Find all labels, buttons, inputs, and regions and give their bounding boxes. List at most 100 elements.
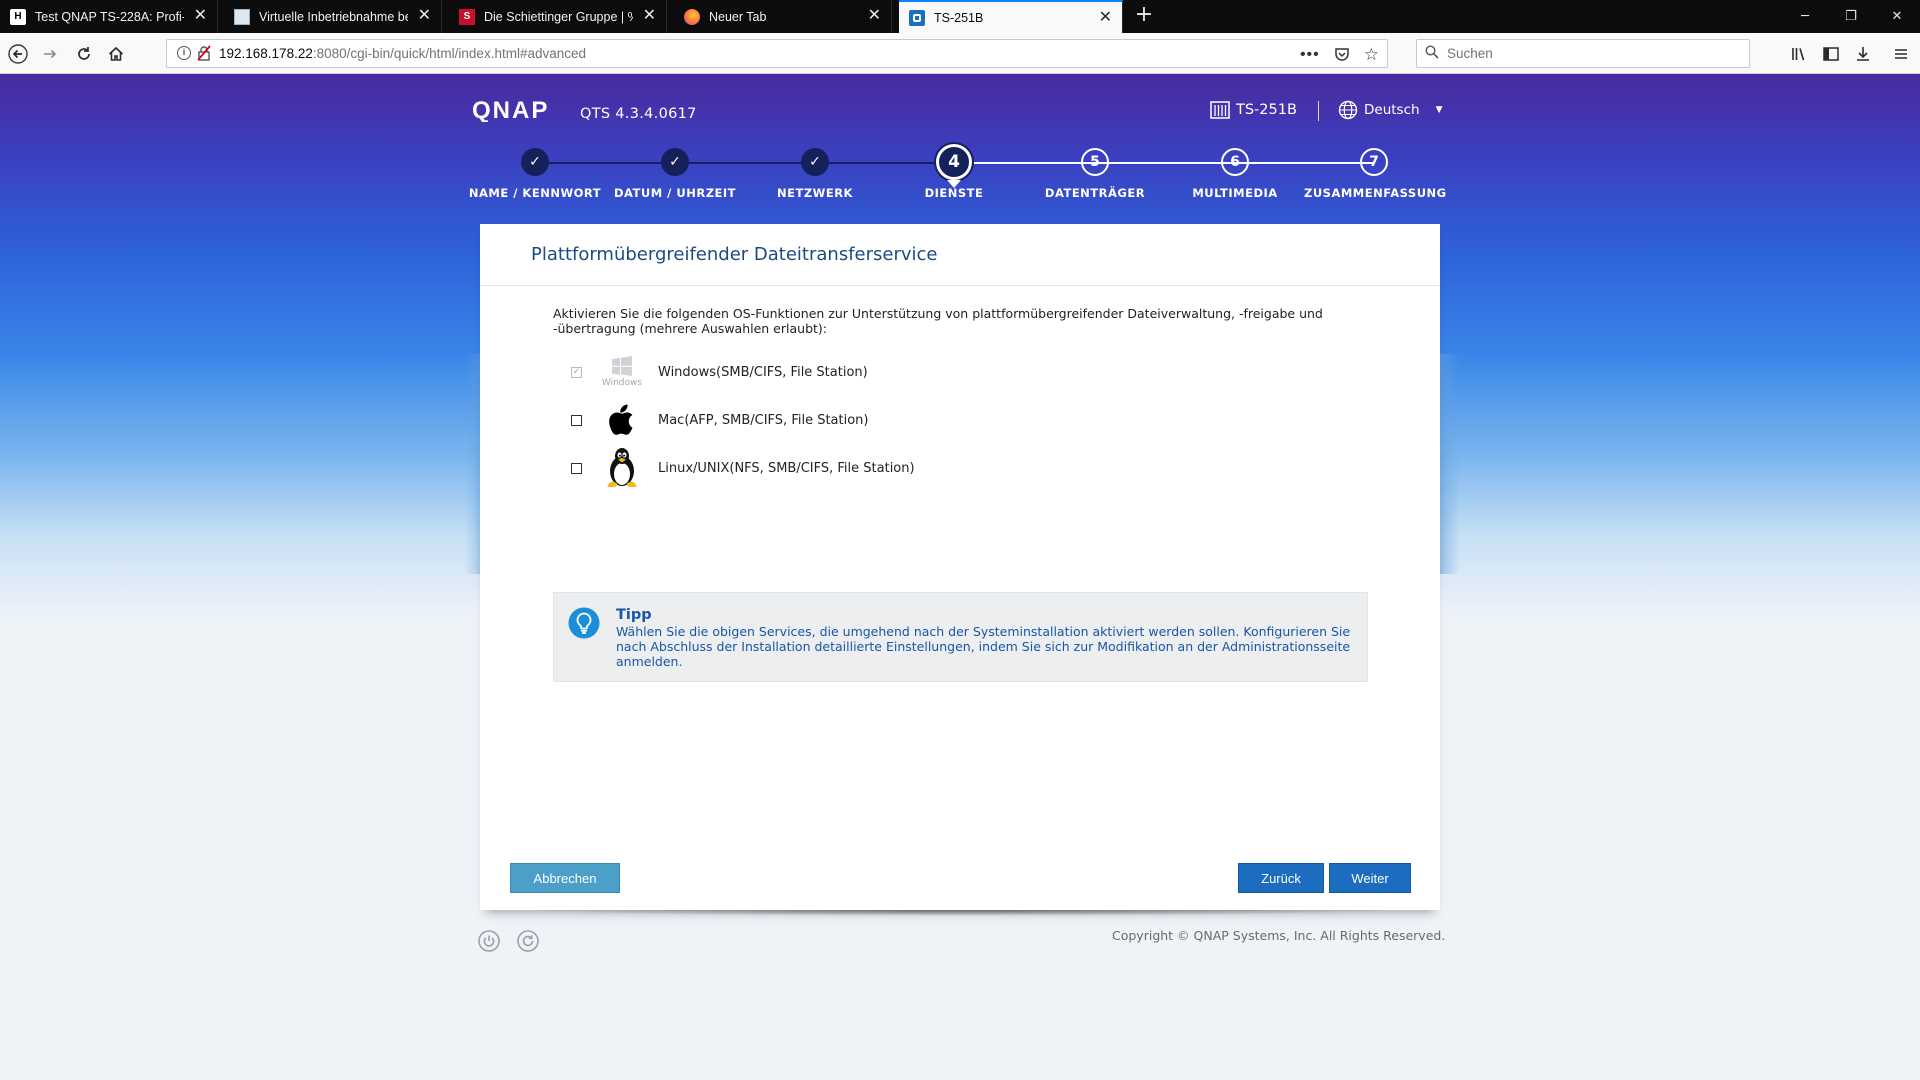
restore-icon[interactable]: ❐ bbox=[1828, 0, 1874, 33]
next-button[interactable]: Weiter bbox=[1329, 863, 1411, 893]
step-label: ZUSAMMENFASSUNG bbox=[1304, 186, 1447, 200]
close-icon[interactable]: ✕ bbox=[643, 8, 656, 24]
wizard-step-4-current: 4 DIENSTE bbox=[884, 144, 1024, 200]
step-label: MULTIMEDIA bbox=[1192, 186, 1278, 200]
copyright-text: Copyright © QNAP Systems, Inc. All Right… bbox=[1112, 928, 1446, 943]
nas-device-icon bbox=[1210, 101, 1230, 119]
device-info: TS-251B bbox=[1210, 101, 1297, 119]
url-bar[interactable]: i 192.168.178.22:8080/cgi-bin/quick/html… bbox=[166, 39, 1388, 68]
step-number-current: 4 bbox=[936, 144, 972, 180]
language-selector[interactable]: Deutsch ▼ bbox=[1338, 100, 1442, 120]
pocket-icon[interactable] bbox=[1334, 46, 1350, 65]
close-icon[interactable]: ✕ bbox=[1099, 10, 1112, 26]
new-tab-plus-icon[interactable]: + bbox=[1132, 4, 1156, 28]
info-icon[interactable]: i bbox=[177, 46, 191, 60]
windows-label: Windows(SMB/CIFS, File Station) bbox=[658, 364, 868, 380]
os-option-mac[interactable]: Mac(AFP, SMB/CIFS, File Station) bbox=[571, 400, 869, 440]
step-label: NAME / KENNWORT bbox=[468, 186, 602, 200]
browser-tab-1[interactable]: H Test QNAP TS-228A: Profi-Features ✕ bbox=[0, 0, 218, 33]
caret-down-icon: ▼ bbox=[1435, 105, 1443, 115]
step-number: 7 bbox=[1360, 148, 1388, 176]
browser-nav-bar: i 192.168.178.22:8080/cgi-bin/quick/html… bbox=[0, 33, 1920, 74]
step-label: DIENSTE bbox=[924, 186, 984, 200]
url-path: :8080/cgi-bin/quick/html/index.html#adva… bbox=[312, 46, 587, 61]
close-icon[interactable]: ✕ bbox=[418, 8, 431, 24]
globe-icon bbox=[1338, 100, 1358, 120]
firefox-favicon-icon bbox=[684, 8, 700, 25]
wizard-step-2: ✓ DATUM / UHRZEIT bbox=[605, 148, 745, 200]
linux-tux-icon bbox=[600, 446, 644, 490]
device-name: TS-251B bbox=[1236, 102, 1297, 118]
lightbulb-icon bbox=[568, 607, 600, 639]
insecure-lock-icon[interactable] bbox=[197, 45, 211, 61]
apple-icon bbox=[600, 398, 644, 442]
os-option-windows[interactable]: ✓ Windows Windows(SMB/CIFS, File Station… bbox=[571, 352, 868, 392]
wizard-step-7: 7 ZUSAMMENFASSUNG bbox=[1304, 148, 1447, 200]
mac-checkbox[interactable] bbox=[571, 414, 582, 426]
schiettinger-favicon-icon: S bbox=[459, 8, 475, 25]
window-close-icon[interactable]: ✕ bbox=[1874, 0, 1920, 33]
close-icon[interactable]: ✕ bbox=[868, 8, 881, 24]
browser-tab-2[interactable]: Virtuelle Inbetriebnahme bei Fa ✕ bbox=[224, 0, 442, 33]
check-icon: ✓ bbox=[521, 148, 549, 176]
browser-tab-4[interactable]: Neuer Tab ✕ bbox=[674, 0, 892, 33]
step-label: DATENTRÄGER bbox=[1044, 186, 1146, 200]
power-icon[interactable] bbox=[478, 930, 500, 952]
windows-checkbox[interactable]: ✓ bbox=[571, 366, 582, 378]
bookmark-star-icon[interactable]: ☆ bbox=[1364, 45, 1379, 65]
wizard-step-1: ✓ NAME / KENNWORT bbox=[465, 148, 605, 200]
intro-text: Aktivieren Sie die folgenden OS-Funktion… bbox=[553, 306, 1323, 336]
sidebar-icon[interactable] bbox=[1819, 42, 1843, 66]
card-header: Plattformübergreifender Dateitransferser… bbox=[480, 224, 1440, 286]
close-icon[interactable]: ✕ bbox=[194, 8, 207, 24]
wizard-card: Plattformübergreifender Dateitransferser… bbox=[480, 224, 1440, 910]
minimize-icon[interactable]: ─ bbox=[1782, 0, 1828, 33]
step-label: NETZWERK bbox=[777, 186, 853, 200]
wizard-step-6: 6 MULTIMEDIA bbox=[1165, 148, 1305, 200]
mac-label: Mac(AFP, SMB/CIFS, File Station) bbox=[658, 412, 869, 428]
current-step-pointer-icon bbox=[947, 180, 961, 188]
page-title: Plattformübergreifender Dateitransferser… bbox=[531, 244, 938, 265]
tab-title: Neuer Tab bbox=[709, 9, 767, 24]
tip-title: Tipp bbox=[616, 607, 652, 623]
browser-tab-5-active[interactable]: TS-251B ✕ bbox=[899, 0, 1123, 33]
back-arrow-icon[interactable] bbox=[6, 42, 30, 66]
forward-arrow-icon[interactable] bbox=[38, 42, 62, 66]
cancel-button[interactable]: Abbrechen bbox=[510, 863, 620, 893]
qnap-favicon-icon bbox=[909, 9, 925, 26]
menu-hamburger-icon[interactable] bbox=[1889, 42, 1913, 66]
library-icon[interactable] bbox=[1787, 42, 1811, 66]
tip-box: Tipp Wählen Sie die obigen Services, die… bbox=[553, 592, 1368, 682]
check-icon: ✓ bbox=[801, 148, 829, 176]
step-label: DATUM / UHRZEIT bbox=[613, 186, 737, 200]
qts-version: QTS 4.3.4.0617 bbox=[580, 106, 697, 122]
search-icon bbox=[1425, 45, 1439, 62]
windows-caption: Windows bbox=[601, 378, 643, 388]
heise-favicon-icon: H bbox=[10, 8, 26, 25]
search-input[interactable]: Suchen bbox=[1416, 39, 1750, 68]
step-number: 5 bbox=[1081, 148, 1109, 176]
svg-text:QNAP: QNAP bbox=[472, 98, 549, 122]
qnap-setup-page: QNAP QTS 4.3.4.0617 TS-251B Deutsch ▼ ✓ … bbox=[0, 74, 1920, 1080]
download-icon[interactable] bbox=[1851, 42, 1875, 66]
browser-tab-bar: H Test QNAP TS-228A: Profi-Features ✕ Vi… bbox=[0, 0, 1920, 33]
home-icon[interactable] bbox=[104, 42, 128, 66]
page-actions-icon[interactable]: ••• bbox=[1300, 46, 1320, 64]
card-bottom-shadow bbox=[520, 910, 1400, 916]
qnap-logo: QNAP bbox=[472, 98, 549, 122]
tab-title: TS-251B bbox=[934, 10, 984, 25]
back-button[interactable]: Zurück bbox=[1238, 863, 1324, 893]
os-option-linux[interactable]: Linux/UNIX(NFS, SMB/CIFS, File Station) bbox=[571, 448, 915, 488]
url-host: 192.168.178.22 bbox=[219, 46, 313, 61]
step-number: 6 bbox=[1221, 148, 1249, 176]
check-icon: ✓ bbox=[661, 148, 689, 176]
document-favicon-icon bbox=[234, 8, 250, 25]
restart-icon[interactable] bbox=[517, 930, 539, 952]
reload-icon[interactable] bbox=[72, 42, 96, 66]
wizard-step-3: ✓ NETZWERK bbox=[745, 148, 885, 200]
browser-tab-3[interactable]: S Die Schiettinger Gruppe | %pag ✕ bbox=[449, 0, 667, 33]
linux-checkbox[interactable] bbox=[571, 462, 582, 474]
tab-title: Die Schiettinger Gruppe | %pag bbox=[484, 9, 633, 24]
wizard-step-5: 5 DATENTRÄGER bbox=[1025, 148, 1165, 200]
linux-label: Linux/UNIX(NFS, SMB/CIFS, File Station) bbox=[658, 460, 915, 476]
